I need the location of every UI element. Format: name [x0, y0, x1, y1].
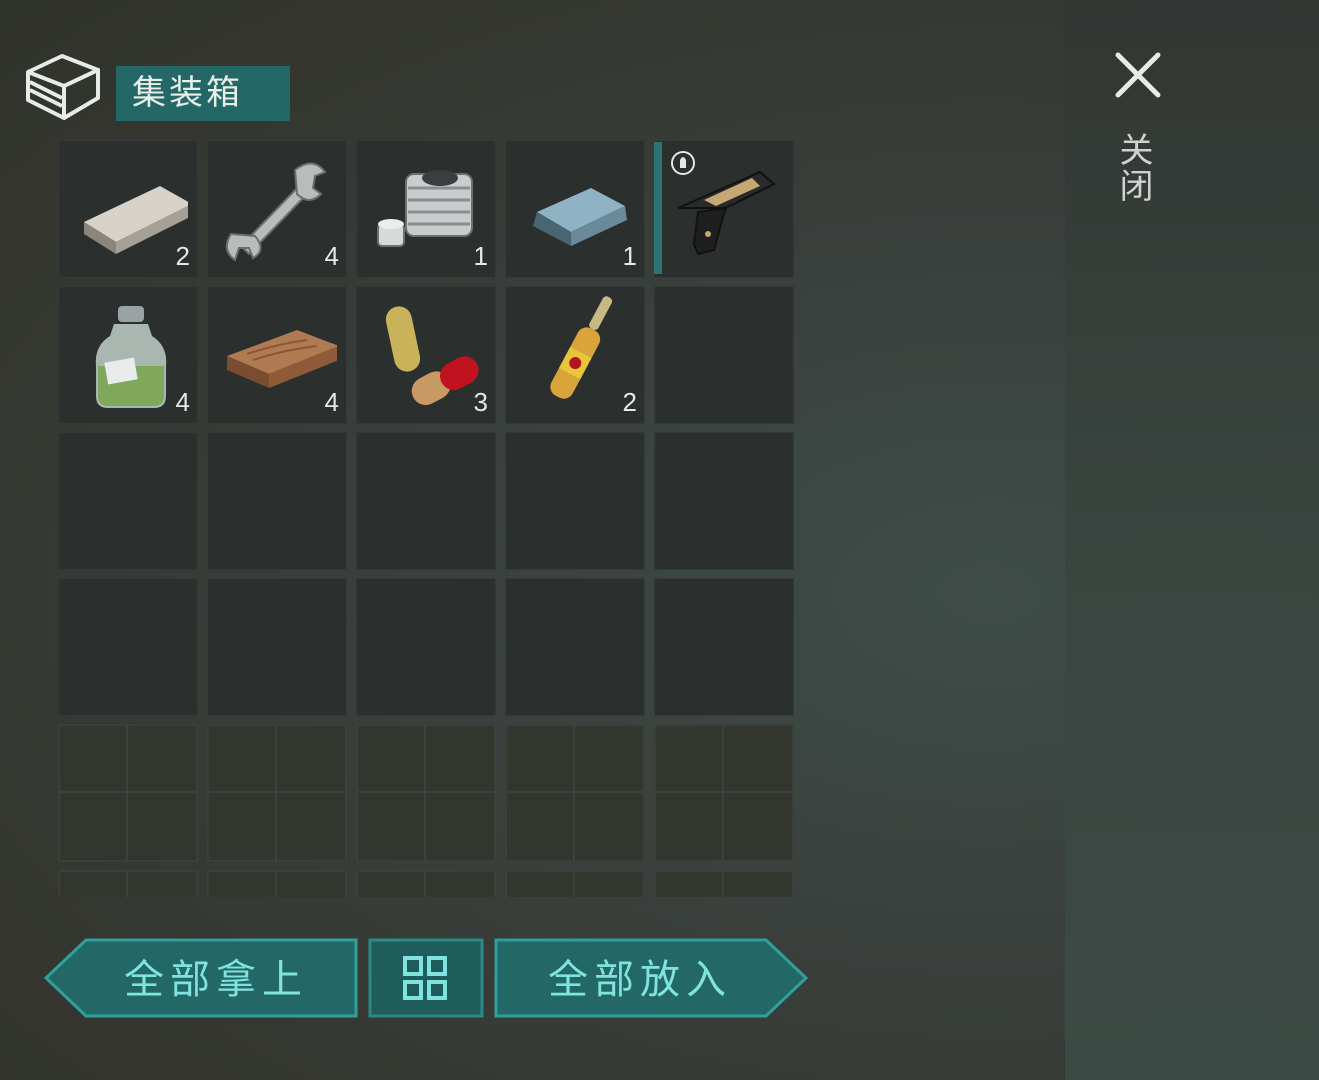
- slot-metal-ingot[interactable]: 1: [505, 140, 645, 278]
- sort-button[interactable]: [368, 938, 484, 1018]
- item-quantity: 2: [622, 387, 637, 417]
- item-quantity: 2: [175, 241, 190, 271]
- slot-locked: [356, 870, 496, 897]
- box-icon: [26, 54, 100, 120]
- slot-locked: [58, 724, 198, 862]
- slot-chemical-bottle[interactable]: 4: [58, 286, 198, 424]
- slot-locked: [58, 870, 198, 897]
- close-label[interactable]: 关闭: [1113, 132, 1158, 204]
- slot-empty[interactable]: [356, 578, 496, 716]
- slot-locked: [207, 724, 347, 862]
- chemical-bottle-icon: [95, 306, 167, 408]
- ampoule-icon: [550, 296, 613, 399]
- wrench-icon: [225, 162, 327, 262]
- slot-locked: [505, 870, 645, 897]
- wood-plank-icon: [227, 330, 337, 388]
- slot-steel-bar[interactable]: 2: [58, 140, 198, 278]
- take-all-button[interactable]: 全部拿上: [44, 938, 358, 1018]
- slot-empty[interactable]: [654, 286, 794, 424]
- slot-locked: [207, 870, 347, 897]
- slot-engine-cylinder[interactable]: 1: [356, 140, 496, 278]
- right-side-panel: [1065, 0, 1319, 1080]
- slot-locked: [356, 724, 496, 862]
- slot-wrench[interactable]: 4: [207, 140, 347, 278]
- container-title: 集装箱: [116, 66, 290, 121]
- bottom-action-bar: 全部拿上 全部放入: [44, 938, 809, 1018]
- slot-pills[interactable]: 3: [356, 286, 496, 424]
- slot-pistol[interactable]: [654, 140, 794, 278]
- slot-empty[interactable]: [654, 578, 794, 716]
- item-quantity: 1: [622, 241, 637, 271]
- put-all-button[interactable]: 全部放入: [494, 938, 809, 1018]
- slot-empty[interactable]: [58, 578, 198, 716]
- item-quantity: 4: [324, 387, 339, 417]
- item-quantity: 4: [324, 241, 339, 271]
- slot-empty[interactable]: [58, 432, 198, 570]
- slot-empty[interactable]: [356, 432, 496, 570]
- slot-empty[interactable]: [207, 578, 347, 716]
- item-quantity: 1: [473, 241, 488, 271]
- slot-empty[interactable]: [654, 432, 794, 570]
- slot-ampoule[interactable]: 2: [505, 286, 645, 424]
- pistol-icon: [677, 170, 776, 256]
- slot-empty[interactable]: [207, 432, 347, 570]
- slot-locked: [654, 724, 794, 862]
- slot-locked: [505, 724, 645, 862]
- close-icon[interactable]: [1108, 45, 1168, 105]
- engine-cylinder-icon: [377, 170, 473, 247]
- pills-icon: [385, 306, 479, 406]
- steel-bar-icon: [84, 186, 188, 254]
- put-all-label: 全部放入: [548, 957, 732, 1003]
- slot-empty[interactable]: [505, 432, 645, 570]
- container-grid: 2 4 1 1 4 4 3 2: [58, 140, 795, 897]
- equipped-indicator: [654, 142, 662, 274]
- metal-ingot-icon: [533, 188, 627, 246]
- slot-locked: [654, 870, 794, 897]
- item-quantity: 4: [175, 387, 190, 417]
- slot-wood-plank[interactable]: 4: [207, 286, 347, 424]
- take-all-label: 全部拿上: [124, 957, 308, 1003]
- slot-empty[interactable]: [505, 578, 645, 716]
- item-quantity: 3: [473, 387, 488, 417]
